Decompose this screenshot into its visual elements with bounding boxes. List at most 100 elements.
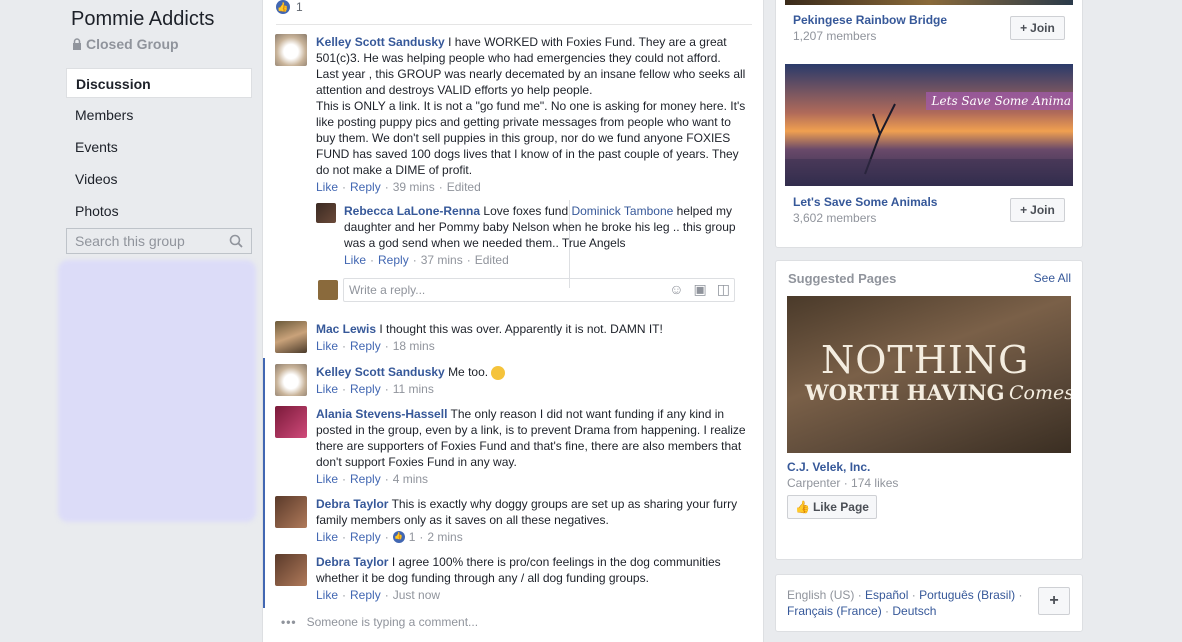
- mention-link[interactable]: Dominick Tambone: [571, 204, 673, 218]
- comment-author[interactable]: Kelley Scott Sandusky: [316, 365, 445, 379]
- timestamp[interactable]: 37 mins: [421, 252, 463, 268]
- comment-text: Kelley Scott Sandusky I have WORKED with…: [316, 34, 746, 98]
- reply-link[interactable]: Reply: [378, 252, 409, 268]
- reaction-count[interactable]: 1: [409, 529, 416, 545]
- divider: [276, 24, 752, 25]
- comment-author[interactable]: Debra Taylor: [316, 497, 388, 511]
- comment-author[interactable]: Kelley Scott Sandusky: [316, 35, 445, 49]
- add-language-button[interactable]: +: [1038, 587, 1070, 615]
- suggested-group: Let's Save Some Animals 3,602 members: [793, 195, 937, 225]
- reply-link[interactable]: Reply: [350, 381, 381, 397]
- like-link[interactable]: Like: [316, 529, 338, 545]
- like-link[interactable]: Like: [316, 471, 338, 487]
- like-link[interactable]: Like: [316, 179, 338, 195]
- comments-feed: 👍 1 Kelley Scott Sandusky I have WORKED …: [262, 0, 764, 642]
- search-icon[interactable]: [229, 234, 243, 248]
- like-link[interactable]: Like: [316, 587, 338, 603]
- suggested-pages-heading: Suggested Pages: [788, 271, 897, 286]
- sticker-icon[interactable]: ◫: [717, 281, 730, 298]
- edited-label[interactable]: Edited: [475, 252, 509, 268]
- language-option[interactable]: Português (Brasil): [919, 588, 1015, 602]
- comment-author[interactable]: Rebecca LaLone-Renna: [344, 204, 480, 218]
- group-members: 3,602 members: [793, 211, 877, 225]
- camera-icon[interactable]: ▣: [694, 281, 707, 298]
- comment-author[interactable]: Debra Taylor: [316, 555, 388, 569]
- join-button[interactable]: + Join: [1010, 16, 1065, 40]
- timestamp[interactable]: Just now: [393, 587, 440, 603]
- avatar[interactable]: [316, 203, 336, 223]
- image-text-line2: WORTH HAVING: [805, 380, 1005, 405]
- avatar[interactable]: [275, 406, 307, 438]
- timestamp[interactable]: 39 mins: [393, 179, 435, 195]
- comment-actions: Like · Reply · 37 mins · Edited: [344, 252, 509, 268]
- comment-message: I thought this was over. Apparently it i…: [379, 322, 663, 336]
- group-privacy: Closed Group: [72, 36, 179, 52]
- edited-label[interactable]: Edited: [447, 179, 481, 195]
- reply-link[interactable]: Reply: [350, 179, 381, 195]
- left-nav: Pommie Addicts Closed Group Discussion M…: [0, 0, 262, 642]
- comment-author[interactable]: Alania Stevens-Hassell: [316, 407, 447, 421]
- own-avatar: [318, 280, 338, 300]
- comment-message: Me too.: [448, 365, 489, 379]
- group-members: 1,207 members: [793, 29, 877, 43]
- nav-events[interactable]: Events: [66, 132, 252, 162]
- page-meta: Carpenter · 174 likes: [787, 476, 899, 490]
- language-option[interactable]: Español: [865, 588, 908, 602]
- group-title[interactable]: Pommie Addicts: [71, 8, 214, 31]
- emoji-icon[interactable]: ☺: [669, 281, 683, 298]
- nav-discussion[interactable]: Discussion: [66, 68, 252, 98]
- like-link[interactable]: Like: [344, 252, 366, 268]
- group-image[interactable]: Lets Save Some Anima: [785, 64, 1073, 186]
- join-label: Join: [1030, 21, 1055, 35]
- avatar[interactable]: [275, 554, 307, 586]
- comment-message: Love foxes fund: [483, 204, 569, 218]
- page-name[interactable]: C.J. Velek, Inc.: [787, 460, 870, 474]
- like-link[interactable]: Like: [316, 338, 338, 354]
- typing-dots-icon: •••: [281, 615, 297, 629]
- comment-text: Rebecca LaLone-Renna Love foxes fund Dom…: [344, 203, 736, 251]
- reply-link[interactable]: Reply: [350, 471, 381, 487]
- see-all-link[interactable]: See All: [1034, 271, 1071, 285]
- like-page-button[interactable]: 👍 Like Page: [787, 495, 877, 519]
- join-button[interactable]: + Join: [1010, 198, 1065, 222]
- group-image[interactable]: [785, 0, 1073, 5]
- language-option[interactable]: Deutsch: [892, 604, 936, 618]
- suggested-pages-card: Suggested Pages See All NOTHING WORTH HA…: [775, 260, 1083, 560]
- avatar[interactable]: [275, 321, 307, 353]
- avatar[interactable]: [275, 364, 307, 396]
- plus-icon: +: [1020, 21, 1028, 35]
- group-name[interactable]: Let's Save Some Animals: [793, 195, 937, 209]
- comment-text: Kelley Scott Sandusky Me too.: [316, 364, 746, 380]
- banner-text: Lets Save Some Anima: [925, 92, 1073, 110]
- new-comments-indicator: [263, 358, 265, 608]
- group-name[interactable]: Pekingese Rainbow Bridge: [793, 13, 947, 27]
- nav-videos[interactable]: Videos: [66, 164, 252, 194]
- comment-actions: Like · Reply · Just now: [316, 587, 441, 603]
- avatar[interactable]: [275, 34, 307, 66]
- timestamp[interactable]: 2 mins: [427, 529, 462, 545]
- image-text-line1: NOTHING: [821, 338, 1030, 382]
- language-option[interactable]: Français (France): [787, 604, 882, 618]
- like-reaction-icon[interactable]: 👍: [392, 531, 405, 543]
- timestamp[interactable]: 11 mins: [393, 381, 434, 397]
- current-language: English (US): [787, 588, 855, 602]
- page-image[interactable]: NOTHING WORTH HAVING Comes: [787, 296, 1071, 453]
- like-link[interactable]: Like: [316, 381, 338, 397]
- comment-actions: Like · Reply · 39 mins · Edited: [316, 179, 481, 195]
- reply-link[interactable]: Reply: [350, 587, 381, 603]
- avatar[interactable]: [275, 496, 307, 528]
- timestamp[interactable]: 18 mins: [393, 338, 435, 354]
- post-reactions[interactable]: 👍 1: [276, 0, 303, 14]
- plus-icon: +: [1020, 203, 1028, 217]
- comment-author[interactable]: Mac Lewis: [316, 322, 376, 336]
- timestamp[interactable]: 4 mins: [393, 471, 428, 487]
- comment-actions: Like · Reply · 18 mins: [316, 338, 435, 354]
- reply-link[interactable]: Reply: [350, 338, 381, 354]
- nav-members[interactable]: Members: [66, 100, 252, 130]
- join-label: Join: [1030, 203, 1055, 217]
- group-search-input[interactable]: Search this group: [66, 228, 252, 254]
- like-reaction-icon: 👍: [276, 0, 290, 14]
- nav-photos[interactable]: Photos: [66, 196, 252, 226]
- comment-actions: Like · Reply · 4 mins: [316, 471, 429, 487]
- reply-link[interactable]: Reply: [350, 529, 381, 545]
